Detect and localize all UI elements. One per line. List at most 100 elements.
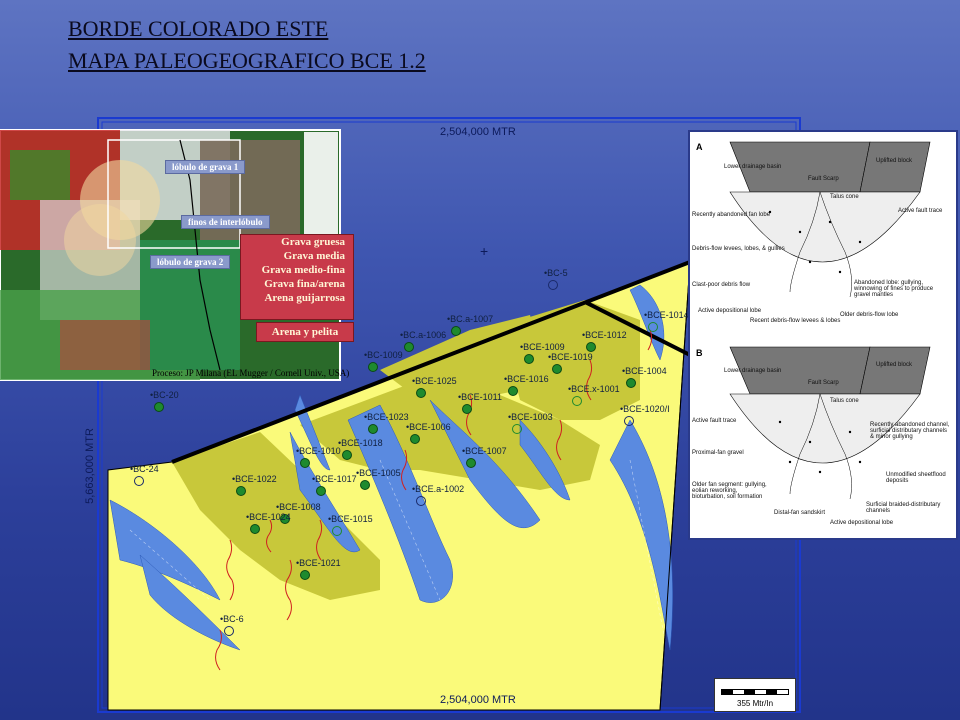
well-label: •BCE-1007 bbox=[462, 446, 507, 456]
well-marker bbox=[552, 364, 562, 374]
well-label: •BCE-1011 bbox=[458, 392, 503, 402]
scale-bar: 355 Mtr/In bbox=[714, 678, 796, 712]
well-marker bbox=[626, 378, 636, 388]
diagram-b-label: Older fan segment: gullying, eolian rewo… bbox=[692, 482, 767, 500]
legend-item: Grava fina/arena bbox=[264, 278, 345, 290]
well-marker bbox=[404, 342, 414, 352]
diagram-b-label: Unmodified sheetflood deposits bbox=[886, 472, 946, 484]
well-label: •BCE-1019 bbox=[548, 352, 593, 362]
coord-top: 2,504,000 MTR bbox=[440, 126, 516, 138]
well-label: •BCE-1009 bbox=[520, 342, 565, 352]
well-label: •BCE-1023 bbox=[364, 412, 409, 422]
well-label: •BC.a-1006 bbox=[400, 330, 447, 340]
scale-bar-graphic bbox=[721, 689, 789, 695]
well-label: •BCE.x-1001 bbox=[568, 384, 620, 394]
well-label: •BC-5 bbox=[544, 268, 568, 278]
well-marker bbox=[236, 486, 246, 496]
well-label: •BCE-1012 bbox=[582, 330, 627, 340]
diagram-a-label: Lower drainage basin bbox=[724, 164, 782, 170]
well-marker bbox=[332, 526, 342, 536]
coord-bottom: 2,504,000 MTR bbox=[440, 694, 516, 706]
well-label: •BCE-1015 bbox=[328, 514, 373, 524]
well-marker bbox=[624, 416, 634, 426]
diagram-a-label: Fault Scarp bbox=[808, 176, 839, 182]
well-label: •BCE-1004 bbox=[622, 366, 667, 376]
well-label: •BCE-1005 bbox=[356, 468, 401, 478]
diagram-b-label: Active fault trace bbox=[692, 418, 737, 424]
well-marker bbox=[572, 396, 582, 406]
well-marker bbox=[134, 476, 144, 486]
center-plus-mark: + bbox=[480, 243, 488, 259]
inset-lobe-2: lóbulo de grava 2 bbox=[150, 255, 231, 269]
diagram-a-label: Abandoned lobe: gullying, winnowing of f… bbox=[854, 280, 934, 298]
diagram-a-label: Uplifted block bbox=[876, 158, 913, 164]
legend-item: Grava gruesa bbox=[281, 236, 345, 248]
diagram-b-label: Uplifted block bbox=[876, 362, 913, 368]
diagram-b-label: Surficial braided-distributary channels bbox=[866, 502, 941, 514]
diagram-a-label: Older debris-flow lobe bbox=[840, 312, 899, 318]
well-label: •BCE-1018 bbox=[338, 438, 383, 448]
well-label: •BCE-1008 bbox=[276, 502, 321, 512]
well-marker bbox=[410, 434, 420, 444]
well-label: •BC-1009 bbox=[364, 350, 403, 360]
well-marker bbox=[548, 280, 558, 290]
diagram-b-label: Recently abandoned channel, surficial di… bbox=[870, 422, 950, 440]
well-marker bbox=[368, 362, 378, 372]
diagram-a-label: Clast-poor debris flow bbox=[692, 282, 751, 288]
well-label: •BC-6 bbox=[220, 614, 244, 624]
well-marker bbox=[648, 322, 658, 332]
well-marker bbox=[250, 524, 260, 534]
diagram-b-label: Proximal-fan gravel bbox=[692, 450, 744, 456]
legend-gravel: Grava gruesa Grava media Grava medio-fin… bbox=[240, 234, 354, 320]
well-marker bbox=[416, 496, 426, 506]
well-marker bbox=[508, 386, 518, 396]
legend-item: Arena guijarrosa bbox=[264, 292, 345, 304]
well-marker bbox=[586, 342, 596, 352]
well-marker bbox=[416, 388, 426, 398]
well-label: •BCE-1025 bbox=[412, 376, 457, 386]
well-marker bbox=[451, 326, 461, 336]
well-label: •BCE-1024 bbox=[246, 512, 291, 522]
well-label: •BCE-1021 bbox=[296, 558, 341, 568]
diagram-b-label: Active depositional lobe bbox=[830, 520, 894, 526]
well-label: •BCE.a-1002 bbox=[412, 484, 465, 494]
well-marker bbox=[300, 458, 310, 468]
well-marker bbox=[512, 424, 522, 434]
well-label: •BCE-1003 bbox=[508, 412, 553, 422]
diagram-a-label: Recent debris-flow levees & lobes bbox=[750, 318, 841, 324]
well-label: •BCE-1006 bbox=[406, 422, 451, 432]
well-marker bbox=[466, 458, 476, 468]
diagram-a-label: Debris-flow levees, lobes, & gullies bbox=[692, 246, 785, 252]
well-marker bbox=[300, 570, 310, 580]
diagram-a-label: Active fault trace bbox=[898, 208, 943, 214]
well-label: •BC.a-1007 bbox=[447, 314, 494, 324]
well-marker bbox=[462, 404, 472, 414]
well-marker bbox=[342, 450, 352, 460]
diagram-a-label: Talus cone bbox=[830, 194, 859, 200]
well-marker bbox=[154, 402, 164, 412]
well-marker bbox=[524, 354, 534, 364]
diagram-b-label: Distal-fan sandskirt bbox=[774, 510, 826, 516]
inset-credit: Proceso: JP Milana (EL Mugger / Cornell … bbox=[152, 368, 350, 378]
coord-left: 5,663,000 MTR bbox=[83, 428, 96, 504]
well-label: •BC-20 bbox=[150, 390, 179, 400]
well-marker bbox=[224, 626, 234, 636]
inset-lobe-1: lóbulo de grava 1 bbox=[165, 160, 246, 174]
diagram-a-label: Active depositional lobe bbox=[698, 308, 762, 314]
well-label: •BC-24 bbox=[130, 464, 159, 474]
fan-model-diagram: A B Lower drainage basin Uplifted block … bbox=[688, 130, 958, 540]
legend-item: Grava media bbox=[283, 250, 345, 262]
well-label: •BCE-1014 bbox=[644, 310, 689, 320]
legend-item: Grava medio-fina bbox=[261, 264, 345, 276]
well-label: •BCE-1022 bbox=[232, 474, 277, 484]
scale-label: 355 Mtr/In bbox=[737, 699, 774, 708]
well-label: •BCE-1020/I bbox=[620, 404, 670, 414]
well-label: •BCE-1016 bbox=[504, 374, 549, 384]
diagram-b-label: Talus cone bbox=[830, 398, 859, 404]
well-marker bbox=[316, 486, 326, 496]
well-marker bbox=[360, 480, 370, 490]
well-label: •BCE-1010 bbox=[296, 446, 341, 456]
diagram-b-label: Lower drainage basin bbox=[724, 368, 782, 374]
legend-sand-silt: Arena y pelita bbox=[256, 322, 354, 342]
diagram-a-label: Recently abandoned fan lobe bbox=[692, 212, 771, 218]
